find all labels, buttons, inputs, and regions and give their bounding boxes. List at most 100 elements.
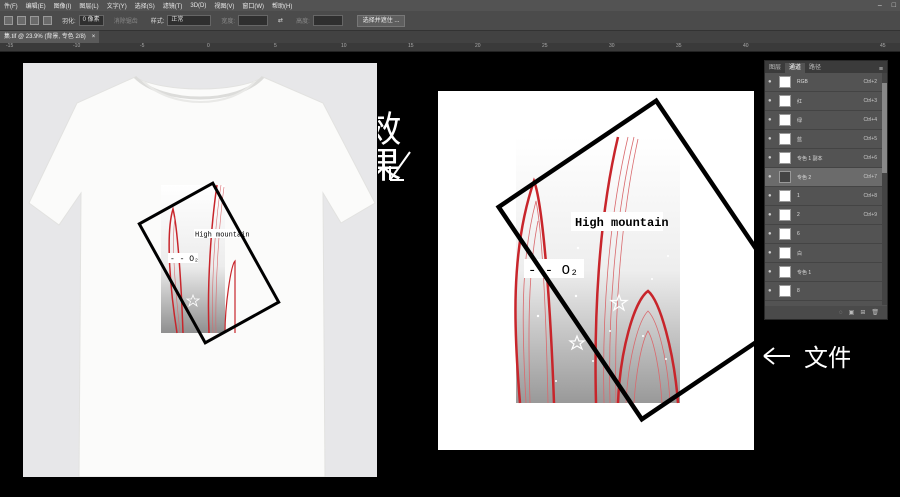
channel-thumbnail <box>779 209 791 221</box>
channel-thumbnail <box>779 247 791 259</box>
channel-row[interactable]: ● RGB Ctrl+2 <box>765 73 887 92</box>
tab-channels[interactable]: 通道 <box>785 63 806 73</box>
close-icon[interactable]: × <box>92 31 96 43</box>
file-annotation: 文件 <box>763 344 850 372</box>
menu-filter[interactable]: 滤镜(T) <box>159 1 187 10</box>
style-select[interactable]: 正常 <box>167 15 212 26</box>
add-selection-icon[interactable] <box>17 16 26 25</box>
document-tab-title: 集.tif @ 23.9% (背景, 专色 2/8) <box>4 34 86 40</box>
channel-row[interactable]: ● 专色 1 <box>765 263 887 282</box>
file-artwork: High mountain - - O₂ <box>438 91 803 450</box>
ruler-tick: 30 <box>609 43 615 49</box>
channel-shortcut: Ctrl+9 <box>863 212 877 218</box>
new-selection-icon[interactable] <box>4 16 13 25</box>
eye-icon[interactable]: ● <box>768 117 775 123</box>
channel-shortcut: Ctrl+5 <box>863 136 877 142</box>
document-tab[interactable]: 集.tif @ 23.9% (背景, 专色 2/8) × <box>0 31 100 43</box>
minimize-icon[interactable]: – <box>878 2 882 9</box>
save-selection-icon[interactable]: ▣ <box>849 309 855 316</box>
channel-name: 红 <box>797 98 803 105</box>
menu-file[interactable]: 件(F) <box>0 1 22 10</box>
style-label: 样式: <box>150 19 165 25</box>
eye-icon[interactable]: ● <box>768 98 775 104</box>
channel-row[interactable]: ● 蓝 Ctrl+5 <box>765 130 887 149</box>
eye-icon[interactable]: ● <box>768 288 775 294</box>
eye-icon[interactable]: ● <box>768 250 775 256</box>
feather-input[interactable]: 0 像素 <box>78 15 104 26</box>
channel-thumbnail <box>779 152 791 164</box>
eye-icon[interactable]: ● <box>768 136 775 142</box>
channel-shortcut: Ctrl+4 <box>863 117 877 123</box>
tab-layers[interactable]: 图层 <box>765 63 785 73</box>
document-tab-bar: 集.tif @ 23.9% (背景, 专色 2/8) × <box>0 31 900 43</box>
menu-window[interactable]: 窗口(W) <box>238 1 268 10</box>
menu-image[interactable]: 图像(I) <box>50 1 76 10</box>
eye-icon[interactable]: ● <box>768 193 775 199</box>
eye-icon[interactable]: ● <box>768 79 775 85</box>
channel-row[interactable]: ● 2 Ctrl+9 <box>765 206 887 225</box>
channel-thumbnail <box>779 95 791 107</box>
menu-select[interactable]: 选择(S) <box>131 1 159 10</box>
tab-paths[interactable]: 路径 <box>805 63 825 73</box>
channel-row[interactable]: ● 白 <box>765 244 887 263</box>
channel-name: 6 <box>797 231 800 237</box>
channel-thumbnail <box>779 76 791 88</box>
arrow-left-icon <box>763 347 790 365</box>
channel-list: ● RGB Ctrl+2 ● 红 Ctrl+3 ● 绿 Ctrl+4 ● 蓝 Ctrl+5 ● 专色 1 … <box>765 73 887 301</box>
panel-footer: ◌ ▣ ⊞ 🗑 <box>765 306 887 319</box>
intersect-selection-icon[interactable] <box>43 16 52 25</box>
channel-row[interactable]: ● 红 Ctrl+3 <box>765 92 887 111</box>
channel-row[interactable]: ● 1 Ctrl+8 <box>765 187 887 206</box>
channel-thumbnail <box>779 228 791 240</box>
menu-layer[interactable]: 图层(L) <box>75 1 102 10</box>
height-input[interactable] <box>312 15 343 26</box>
channel-thumbnail <box>779 171 791 183</box>
channel-row[interactable]: ● 6 <box>765 225 887 244</box>
artwork-title-text: High mountain <box>575 216 669 230</box>
channel-name: 白 <box>797 250 803 257</box>
channel-row[interactable]: ● 8 <box>765 282 887 301</box>
channel-name: 专色 2 <box>797 174 812 181</box>
menu-help[interactable]: 帮助(H) <box>268 1 296 10</box>
channel-name: 专色 1 副本 <box>797 155 823 162</box>
ruler-tick: 5 <box>274 43 277 49</box>
channel-row[interactable]: ● 专色 1 副本 Ctrl+6 <box>765 149 887 168</box>
maximize-icon[interactable]: □ <box>892 2 896 9</box>
menu-3d[interactable]: 3D(D) <box>186 3 210 9</box>
eye-icon[interactable]: ● <box>768 155 775 161</box>
channel-shortcut: Ctrl+2 <box>863 79 877 85</box>
channel-row[interactable]: ● 绿 Ctrl+4 <box>765 111 887 130</box>
window-controls: – □ <box>878 0 896 11</box>
load-selection-icon[interactable]: ◌ <box>839 310 843 316</box>
width-label: 宽度: <box>221 19 236 25</box>
ruler-tick: -15 <box>6 43 14 49</box>
select-and-mask-button[interactable]: 选择并遮住 ... <box>356 14 406 27</box>
menu-type[interactable]: 文字(Y) <box>103 1 131 10</box>
ruler-tick: 45 <box>880 43 886 49</box>
new-channel-icon[interactable]: ⊞ <box>860 309 865 316</box>
ruler-tick: 20 <box>475 43 481 49</box>
width-input[interactable] <box>238 15 269 26</box>
subtract-selection-icon[interactable] <box>30 16 39 25</box>
eye-icon[interactable]: ● <box>768 269 775 275</box>
channel-name: 蓝 <box>797 136 803 143</box>
channel-name: 1 <box>797 193 800 199</box>
antialias-checkbox[interactable]: 消除锯齿 <box>114 16 138 25</box>
panel-scrollbar[interactable] <box>882 73 887 305</box>
ruler-tick: 40 <box>743 43 749 49</box>
channel-row[interactable]: ● 专色 2 Ctrl+7 <box>765 168 887 187</box>
menu-view[interactable]: 视图(V) <box>210 1 238 10</box>
eye-icon[interactable]: ● <box>768 231 775 237</box>
panel-menu-icon[interactable]: ≡ <box>879 66 883 73</box>
swap-icon[interactable]: ⇄ <box>278 17 283 24</box>
channel-thumbnail <box>779 114 791 126</box>
eye-icon[interactable]: ● <box>768 212 775 218</box>
channel-name: RGB <box>797 79 808 85</box>
channel-name: 2 <box>797 212 800 218</box>
mockup-subtitle-text: - - O₂ <box>170 255 199 264</box>
ruler-tick: 15 <box>408 43 414 49</box>
eye-icon[interactable]: ● <box>768 174 775 180</box>
menu-edit[interactable]: 编辑(E) <box>22 1 50 10</box>
delete-channel-icon[interactable]: 🗑 <box>871 309 879 316</box>
ruler-tick: -5 <box>140 43 145 49</box>
